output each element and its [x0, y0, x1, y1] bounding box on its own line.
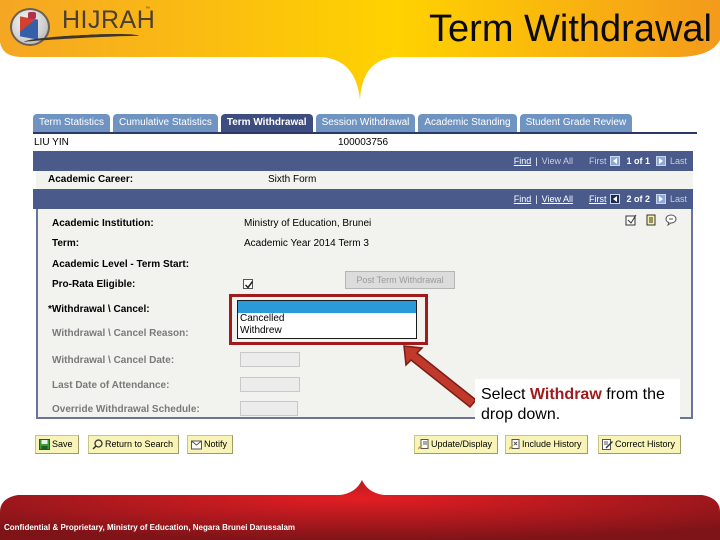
page-title: Term Withdrawal: [429, 8, 712, 50]
pro-rata-label: Pro-Rata Eligible:: [52, 279, 136, 290]
correct-history-label: Correct History: [615, 439, 676, 449]
update-display-icon: [417, 439, 429, 450]
logo-text: HIJRAH: [62, 6, 156, 34]
term-row-count: 2 of 2: [626, 194, 650, 204]
previous-icon: [610, 156, 621, 166]
withdrawal-cancel-dropdown[interactable]: Cancelled Withdrew: [237, 300, 417, 339]
flag-icon: [20, 16, 38, 40]
student-id: 100003756: [338, 137, 389, 148]
comment-icon[interactable]: [665, 213, 677, 227]
notepad-icon[interactable]: [645, 213, 657, 226]
term-first-link[interactable]: First: [589, 194, 607, 204]
notify-button[interactable]: Notify: [187, 435, 234, 454]
separator: |: [535, 156, 538, 166]
withdrawal-date-input: [240, 352, 300, 367]
return-to-search-button[interactable]: Return to Search: [88, 435, 180, 454]
next-icon: [655, 156, 666, 166]
term-find-link[interactable]: Find: [514, 194, 532, 204]
pro-rata-checkbox[interactable]: [243, 279, 254, 289]
update-display-label: Update/Display: [431, 439, 493, 449]
tab-bar: Term Statistics Cumulative Statistics Te…: [33, 114, 635, 132]
career-label: Academic Career:: [48, 174, 134, 185]
crown-icon: [28, 12, 36, 19]
tab-academic-standing[interactable]: Academic Standing: [418, 114, 517, 132]
instruction-callout: Select Withdraw from the drop down.: [475, 379, 680, 431]
term-scroll-bar: Find | View All First 2 of 2 Last: [33, 189, 693, 209]
last-attendance-input: [240, 377, 300, 392]
save-label: Save: [52, 439, 73, 449]
tab-divider: [33, 132, 697, 134]
tab-cumulative-statistics[interactable]: Cumulative Statistics: [113, 114, 218, 132]
correct-history-button[interactable]: Correct History: [598, 435, 682, 454]
student-name: LIU YIN: [34, 137, 69, 148]
return-to-search-label: Return to Search: [105, 439, 174, 449]
withdrawal-cancel-label: *Withdrawal \ Cancel:: [48, 304, 150, 315]
term-last-link: Last: [669, 194, 687, 204]
term-navigation: Find | View All First 2 of 2 Last: [514, 189, 687, 209]
career-first-link: First: [588, 156, 607, 166]
callout-prefix: Select: [481, 386, 530, 403]
tab-term-withdrawal[interactable]: Term Withdrawal: [220, 114, 313, 132]
dropdown-option-cancelled[interactable]: Cancelled: [238, 313, 416, 325]
checkmark-icon: [244, 281, 254, 289]
academic-level-label: Academic Level - Term Start:: [52, 259, 190, 270]
callout-emphasis: Withdraw: [529, 386, 602, 403]
include-history-label: Include History: [522, 439, 582, 449]
row-action-icons: [625, 213, 677, 227]
career-row: Academic Career: Sixth Form: [36, 171, 693, 189]
trademark-mark: ™: [145, 6, 150, 12]
override-schedule-select: [240, 401, 298, 416]
withdrawal-date-label: Withdrawal \ Cancel Date:: [52, 355, 175, 366]
dropdown-option-blank[interactable]: [238, 301, 416, 313]
next-icon: [655, 194, 666, 204]
correct-history-icon: [602, 439, 613, 450]
career-row-count: 1 of 1: [626, 156, 650, 166]
career-navigation: Find | View All First 1 of 1 Last: [514, 151, 687, 171]
update-display-button[interactable]: Update/Display: [414, 435, 499, 454]
tab-term-statistics[interactable]: Term Statistics: [33, 114, 111, 132]
career-find-link[interactable]: Find: [514, 156, 532, 166]
edit-row-icon[interactable]: [625, 213, 637, 226]
notify-label: Notify: [204, 439, 228, 449]
search-icon: [92, 439, 103, 450]
tab-session-withdrawal[interactable]: Session Withdrawal: [315, 114, 416, 132]
tab-student-grade-review[interactable]: Student Grade Review: [519, 114, 633, 132]
dropdown-option-withdrew[interactable]: Withdrew: [238, 325, 416, 337]
term-value: Academic Year 2014 Term 3: [244, 238, 369, 249]
include-history-button[interactable]: Include History: [505, 435, 588, 454]
footer-banner: Confidential & Proprietary, Ministry of …: [0, 480, 720, 540]
career-last-link: Last: [669, 156, 687, 166]
withdrawal-reason-label: Withdrawal \ Cancel Reason:: [52, 328, 189, 339]
hijrah-logo: HIJRAH ™: [4, 2, 156, 52]
save-icon: [39, 439, 50, 450]
footer-copyright: Confidential & Proprietary, Ministry of …: [4, 523, 296, 532]
career-view-all-link: View All: [541, 156, 573, 166]
pointer-arrow-icon: [403, 345, 478, 409]
include-history-icon: [508, 439, 520, 450]
institution-label: Academic Institution:: [52, 218, 154, 229]
last-attendance-label: Last Date of Attendance:: [52, 380, 170, 391]
post-term-withdrawal-button: Post Term Withdrawal: [345, 271, 455, 289]
separator: |: [535, 194, 538, 204]
header-banner: HIJRAH ™ Term Withdrawal: [0, 0, 720, 110]
term-label: Term:: [52, 238, 80, 249]
term-view-all-link[interactable]: View All: [542, 194, 573, 204]
institution-value: Ministry of Education, Brunei: [244, 218, 372, 229]
career-scroll-bar: Find | View All First 1 of 1 Last: [33, 151, 693, 171]
save-button[interactable]: Save: [35, 435, 79, 454]
override-schedule-label: Override Withdrawal Schedule:: [52, 404, 200, 415]
career-value: Sixth Form: [268, 174, 317, 185]
notify-icon: [191, 439, 202, 450]
previous-icon[interactable]: [610, 194, 621, 204]
